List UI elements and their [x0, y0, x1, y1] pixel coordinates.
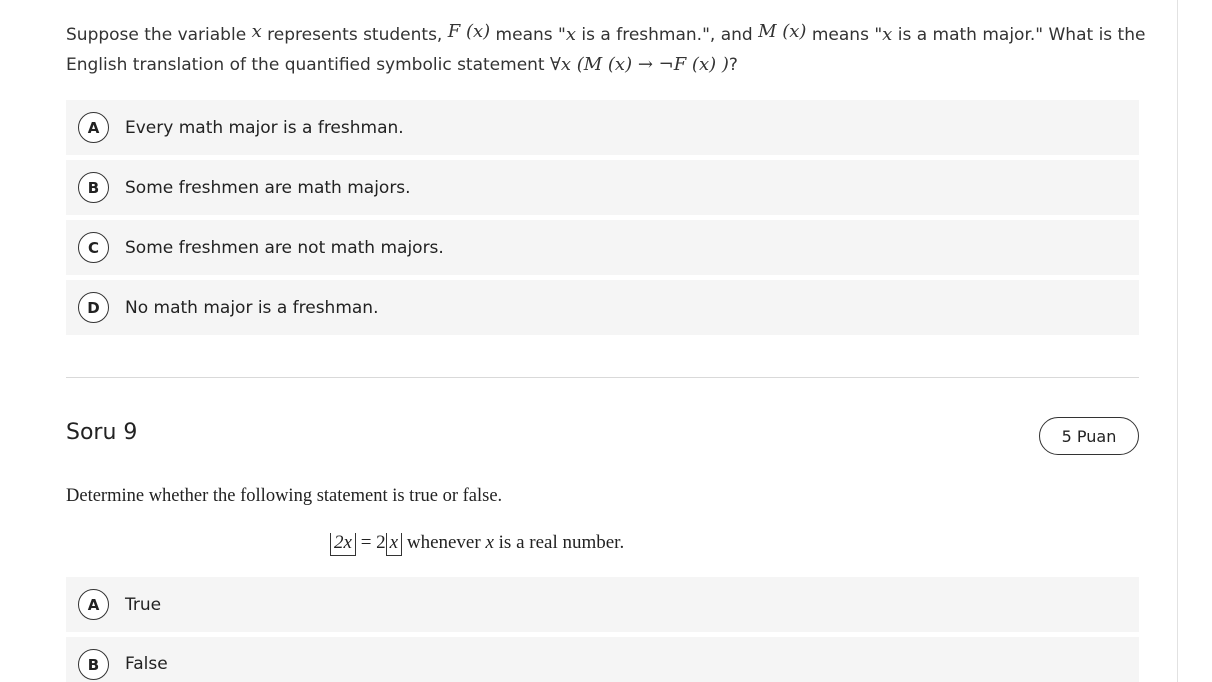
- stem-text: is a freshman.", and: [576, 25, 759, 45]
- points-badge: 5 Puan: [1039, 417, 1139, 455]
- option-letter-badge: A: [78, 589, 109, 620]
- formula-var-x: x: [485, 532, 494, 553]
- question-8-stem: Suppose the variable x represents studen…: [66, 20, 1146, 80]
- right-border-line: [1177, 0, 1178, 682]
- answer-option-c[interactable]: C Some freshmen are not math majors.: [66, 220, 1139, 275]
- math-F-of-x: F (x): [447, 21, 491, 42]
- stem-text: means ": [490, 25, 566, 45]
- floor-expression-rhs: x: [385, 533, 403, 556]
- option-letter-badge: B: [78, 172, 109, 203]
- stem-text: English translation of the quantified sy…: [66, 55, 550, 75]
- stem-text: represents students,: [261, 25, 448, 45]
- formula-equals: = 2: [355, 532, 386, 553]
- question-prompt: Determine whether the following statemen…: [66, 486, 503, 506]
- option-letter-badge: C: [78, 232, 109, 263]
- math-var-x: x: [251, 21, 262, 42]
- stem-text: means ": [806, 25, 883, 45]
- answer-option-d[interactable]: D No math major is a freshman.: [66, 280, 1139, 335]
- math-M-of-x: M (x): [758, 21, 807, 42]
- option-text: Some freshmen are math majors.: [125, 177, 411, 198]
- answer-option-true[interactable]: A True: [66, 577, 1139, 632]
- answer-option-a[interactable]: A Every math major is a freshman.: [66, 100, 1139, 155]
- answer-option-false[interactable]: B False: [66, 637, 1139, 682]
- option-letter-badge: B: [78, 649, 109, 680]
- answer-option-b[interactable]: B Some freshmen are math majors.: [66, 160, 1139, 215]
- stem-text: is a math major." What is the: [892, 25, 1146, 45]
- question-formula: 2x = 2x whenever x is a real number.: [330, 532, 624, 556]
- stem-text: Suppose the variable: [66, 25, 252, 45]
- option-letter-badge: D: [78, 292, 109, 323]
- option-text: Every math major is a freshman.: [125, 117, 404, 138]
- option-text: False: [125, 654, 168, 674]
- option-text: No math major is a freshman.: [125, 297, 379, 318]
- question-divider: [66, 377, 1139, 378]
- option-letter-badge: A: [78, 112, 109, 143]
- floor-expression-lhs: 2x: [330, 533, 356, 556]
- option-text: True: [125, 594, 162, 615]
- formula-text: is a real number.: [493, 532, 625, 553]
- stem-text: ?: [728, 55, 738, 75]
- question-title: Soru 9: [66, 420, 138, 445]
- math-var-x: x: [565, 24, 577, 45]
- option-text: Some freshmen are not math majors.: [125, 237, 444, 258]
- math-quantified-statement: ∀x (M (x) → ¬F (x) ): [550, 54, 729, 75]
- math-var-x: x: [882, 24, 893, 45]
- formula-text: whenever: [402, 532, 486, 553]
